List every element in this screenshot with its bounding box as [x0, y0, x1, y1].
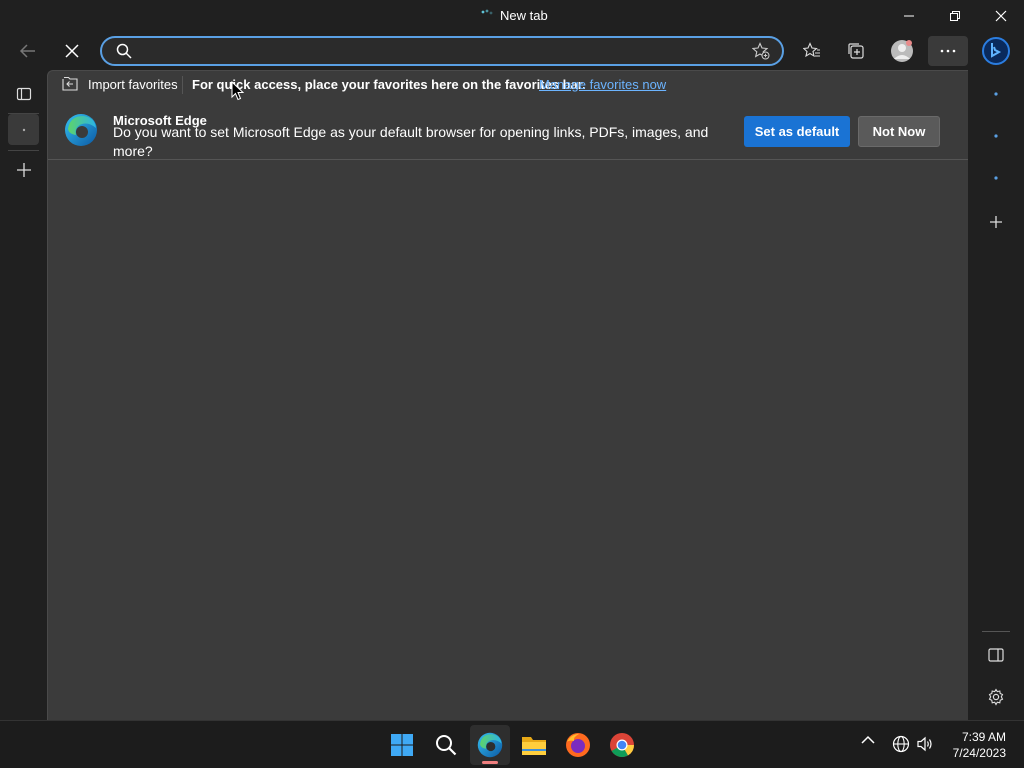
- active-app-indicator: [482, 761, 498, 764]
- firefox-icon: [566, 733, 590, 757]
- speaker-icon: [917, 736, 932, 752]
- edge-icon: [477, 732, 503, 758]
- tab-favicon-icon: [22, 128, 25, 131]
- plus-icon: [990, 216, 1002, 228]
- tabs-divider: [8, 150, 39, 151]
- address-bar[interactable]: [100, 36, 784, 66]
- collections-button[interactable]: [840, 36, 872, 66]
- sidebar-app-2[interactable]: [980, 120, 1012, 152]
- edge-sidebar: [968, 70, 1024, 720]
- taskbar-firefox-button[interactable]: [558, 725, 598, 765]
- plus-icon: [16, 162, 31, 177]
- system-clock[interactable]: 7:39 AM 7/24/2023: [944, 729, 1006, 761]
- hide-sidebar-button[interactable]: [980, 639, 1012, 671]
- chevron-up-icon: [861, 735, 875, 744]
- volume-button[interactable]: [916, 735, 934, 753]
- collections-icon: [848, 43, 864, 59]
- sidebar-divider: [982, 631, 1010, 632]
- chrome-icon: [610, 733, 634, 758]
- default-browser-infobar: Microsoft Edge Do you want to set Micros…: [48, 99, 969, 160]
- sidebar-add-app-button[interactable]: [980, 206, 1012, 238]
- search-icon: [116, 43, 132, 59]
- minimize-button[interactable]: [886, 0, 932, 32]
- windows-taskbar: 7:39 AM 7/24/2023: [0, 720, 1024, 768]
- title-bar: New tab: [0, 0, 1024, 32]
- favorites-star-icon: [803, 42, 820, 58]
- show-hidden-icons-button[interactable]: [860, 735, 876, 745]
- new-tab-button[interactable]: [8, 154, 39, 185]
- bing-icon: [982, 37, 1010, 65]
- profile-avatar-icon: [891, 40, 913, 62]
- taskbar-edge-button[interactable]: [470, 725, 510, 765]
- file-explorer-icon: [522, 737, 546, 755]
- address-input[interactable]: [142, 41, 742, 61]
- import-favorites-label: Import favorites: [88, 76, 178, 92]
- start-button[interactable]: [382, 725, 422, 765]
- profile-button[interactable]: [886, 36, 918, 66]
- add-favorite-icon[interactable]: [752, 42, 770, 60]
- sidebar-app-dot-icon: [994, 92, 998, 96]
- sidebar-app-dot-icon: [994, 134, 998, 138]
- back-button[interactable]: [12, 36, 44, 66]
- edge-logo-icon: [65, 114, 97, 146]
- favorites-bar: Import favorites For quick access, place…: [48, 71, 969, 99]
- back-arrow-icon: [19, 44, 35, 58]
- search-icon: [436, 735, 457, 756]
- vertical-tabs-strip: [0, 70, 47, 720]
- tab-title-label: New tab: [500, 8, 548, 23]
- favorites-divider: [182, 76, 183, 94]
- page-content: Import favorites For quick access, place…: [47, 70, 969, 720]
- taskbar-chrome-button[interactable]: [602, 725, 642, 765]
- stop-icon: [65, 44, 79, 58]
- bing-chat-button[interactable]: [980, 36, 1012, 66]
- clock-date: 7/24/2023: [952, 746, 1006, 760]
- favorites-button[interactable]: [796, 36, 828, 66]
- manage-favorites-link[interactable]: Manage favorites now: [539, 77, 666, 92]
- minimize-icon: [904, 15, 914, 17]
- import-favorites-icon: [62, 76, 78, 91]
- tab-actions-icon: [16, 87, 31, 100]
- infobar-message: Do you want to set Microsoft Edge as you…: [113, 124, 709, 159]
- taskbar-file-explorer-button[interactable]: [514, 725, 554, 765]
- set-as-default-button[interactable]: Set as default: [744, 116, 850, 147]
- settings-and-more-button[interactable]: [928, 36, 968, 66]
- import-favorites-button[interactable]: Import favorites: [62, 76, 178, 92]
- clock-time: 7:39 AM: [961, 730, 1006, 744]
- network-button[interactable]: [892, 735, 910, 753]
- favorites-bar-message: For quick access, place your favorites h…: [192, 77, 586, 92]
- sidebar-settings-button[interactable]: [980, 681, 1012, 713]
- taskbar-search-button[interactable]: [426, 725, 466, 765]
- sidebar-app-3[interactable]: [980, 162, 1012, 194]
- tab-title[interactable]: New tab: [480, 8, 548, 23]
- restore-button[interactable]: [932, 0, 978, 32]
- vertical-tab-new-tab[interactable]: [8, 114, 39, 145]
- windows-start-icon: [391, 734, 413, 756]
- close-window-button[interactable]: [978, 0, 1024, 32]
- gear-icon: [988, 688, 1004, 706]
- mouse-cursor-icon: [231, 81, 245, 101]
- tab-actions-button[interactable]: [8, 78, 39, 109]
- more-dots-icon: [940, 49, 956, 53]
- sidebar-panel-icon: [988, 648, 1004, 662]
- browser-toolbar: [0, 32, 1024, 70]
- sidebar-app-dot-icon: [994, 176, 998, 180]
- not-now-button[interactable]: Not Now: [858, 116, 940, 147]
- sidebar-app-1[interactable]: [980, 78, 1012, 110]
- close-icon: [995, 10, 1007, 22]
- loading-spinner-icon: [481, 9, 493, 14]
- stop-loading-button[interactable]: [56, 36, 88, 66]
- restore-icon: [950, 11, 960, 21]
- globe-network-icon: [892, 735, 910, 753]
